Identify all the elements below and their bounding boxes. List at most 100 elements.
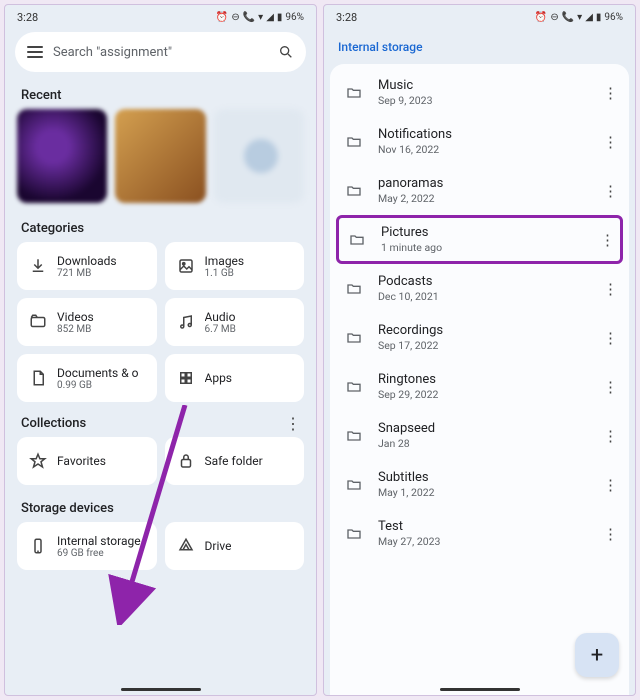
collection-icon xyxy=(177,452,195,470)
wifi-icon: ▾ xyxy=(258,12,263,23)
status-icons: ⏰ ⊖ 📞 ▾ ◢ ▮ 96% xyxy=(216,12,304,23)
folder-icon xyxy=(344,477,364,493)
folder-date: 1 minute ago xyxy=(381,241,586,254)
more-icon[interactable]: ⋮ xyxy=(603,476,615,494)
folder-row[interactable]: Pictures 1 minute ago ⋮ xyxy=(336,215,623,264)
collection-card[interactable]: Safe folder xyxy=(165,437,305,485)
more-icon[interactable]: ⋮ xyxy=(603,329,615,347)
category-card[interactable]: Downloads 721 MB xyxy=(17,242,157,290)
category-icon xyxy=(29,313,47,331)
category-icon xyxy=(29,257,47,275)
category-card[interactable]: Images 1.1 GB xyxy=(165,242,305,290)
fab-add[interactable]: + xyxy=(575,633,619,677)
signal-icon: ◢ xyxy=(585,12,593,23)
folder-date: May 27, 2023 xyxy=(378,535,589,548)
more-icon[interactable]: ⋮ xyxy=(600,231,612,249)
collections-grid: Favorites Safe folder xyxy=(5,437,316,493)
storage-sub: 69 GB free xyxy=(57,548,141,559)
collection-name: Safe folder xyxy=(205,454,263,468)
folder-name: Subtitles xyxy=(378,470,589,485)
category-name: Downloads xyxy=(57,254,117,268)
folder-row[interactable]: Notifications Nov 16, 2022 ⋮ xyxy=(330,117,629,166)
recent-thumb[interactable] xyxy=(115,109,205,203)
folder-date: May 1, 2022 xyxy=(378,486,589,499)
folder-name: panoramas xyxy=(378,176,589,191)
storage-icon xyxy=(177,537,195,555)
folder-icon xyxy=(344,183,364,199)
breadcrumb[interactable]: Internal storage xyxy=(324,28,635,64)
dnd-icon: ⊖ xyxy=(231,12,239,23)
folder-icon xyxy=(344,281,364,297)
folder-icon xyxy=(344,526,364,542)
category-sub: 852 MB xyxy=(57,324,94,335)
category-card[interactable]: Videos 852 MB xyxy=(17,298,157,346)
alarm-icon: ⏰ xyxy=(216,12,228,23)
signal-icon: ◢ xyxy=(266,12,274,23)
search-icon[interactable] xyxy=(278,44,294,60)
battery-icon: ▮ xyxy=(596,12,602,23)
category-name: Audio xyxy=(205,310,236,324)
category-card[interactable]: Documents & o 0.99 GB xyxy=(17,354,157,402)
category-sub: 0.99 GB xyxy=(57,380,139,391)
folder-row[interactable]: Recordings Sep 17, 2022 ⋮ xyxy=(330,313,629,362)
folder-icon xyxy=(344,134,364,150)
recent-thumb[interactable] xyxy=(214,109,304,203)
folder-row[interactable]: panoramas May 2, 2022 ⋮ xyxy=(330,166,629,215)
folder-icon xyxy=(344,379,364,395)
recent-thumb[interactable] xyxy=(17,109,107,203)
status-bar: 3:28 ⏰ ⊖ 📞 ▾ ◢ ▮ 96% xyxy=(324,5,635,28)
category-card[interactable]: Audio 6.7 MB xyxy=(165,298,305,346)
folder-icon xyxy=(344,85,364,101)
folder-row[interactable]: Ringtones Sep 29, 2022 ⋮ xyxy=(330,362,629,411)
status-icons: ⏰ ⊖ 📞 ▾ ◢ ▮ 96% xyxy=(535,12,623,23)
nav-pill[interactable] xyxy=(440,688,520,691)
menu-icon[interactable] xyxy=(27,46,43,58)
folder-row[interactable]: Subtitles May 1, 2022 ⋮ xyxy=(330,460,629,509)
storage-grid: Internal storage 69 GB free Drive xyxy=(5,522,316,578)
folder-row[interactable]: Test May 27, 2023 ⋮ xyxy=(330,509,629,558)
folder-name: Recordings xyxy=(378,323,589,338)
more-icon[interactable]: ⋮ xyxy=(285,414,300,433)
storage-card[interactable]: Drive xyxy=(165,522,305,570)
battery-pct: 96% xyxy=(604,12,623,23)
search-bar[interactable]: Search "assignment" xyxy=(15,32,306,72)
folder-icon xyxy=(347,232,367,248)
collection-card[interactable]: Favorites xyxy=(17,437,157,485)
category-card[interactable]: Apps xyxy=(165,354,305,402)
category-icon xyxy=(177,369,195,387)
more-icon[interactable]: ⋮ xyxy=(603,182,615,200)
folder-date: Jan 28 xyxy=(378,437,589,450)
folder-date: Sep 29, 2022 xyxy=(378,388,589,401)
folder-date: Sep 17, 2022 xyxy=(378,339,589,352)
category-name: Apps xyxy=(205,371,233,385)
more-icon[interactable]: ⋮ xyxy=(603,133,615,151)
more-icon[interactable]: ⋮ xyxy=(603,280,615,298)
folder-name: Snapseed xyxy=(378,421,589,436)
more-icon[interactable]: ⋮ xyxy=(603,378,615,396)
collections-title: Collections xyxy=(21,416,86,431)
more-icon[interactable]: ⋮ xyxy=(603,84,615,102)
collection-name: Favorites xyxy=(57,454,106,468)
nav-pill[interactable] xyxy=(121,688,201,691)
folder-name: Ringtones xyxy=(378,372,589,387)
status-time: 3:28 xyxy=(336,11,357,24)
alarm-icon: ⏰ xyxy=(535,12,547,23)
category-icon xyxy=(177,313,195,331)
more-icon[interactable]: ⋮ xyxy=(603,427,615,445)
folder-row[interactable]: Podcasts Dec 10, 2021 ⋮ xyxy=(330,264,629,313)
folder-date: Sep 9, 2023 xyxy=(378,94,589,107)
storage-card[interactable]: Internal storage 69 GB free xyxy=(17,522,157,570)
folder-icon xyxy=(344,428,364,444)
search-placeholder: Search "assignment" xyxy=(53,45,268,60)
folder-row[interactable]: Snapseed Jan 28 ⋮ xyxy=(330,411,629,460)
category-sub: 1.1 GB xyxy=(205,268,245,279)
categories-title: Categories xyxy=(5,213,316,242)
folder-date: Nov 16, 2022 xyxy=(378,143,589,156)
more-icon[interactable]: ⋮ xyxy=(603,525,615,543)
category-name: Documents & o xyxy=(57,366,139,380)
folder-date: May 2, 2022 xyxy=(378,192,589,205)
folder-row[interactable]: Music Sep 9, 2023 ⋮ xyxy=(330,68,629,117)
folder-name: Notifications xyxy=(378,127,589,142)
storage-name: Internal storage xyxy=(57,534,141,548)
battery-pct: 96% xyxy=(285,12,304,23)
